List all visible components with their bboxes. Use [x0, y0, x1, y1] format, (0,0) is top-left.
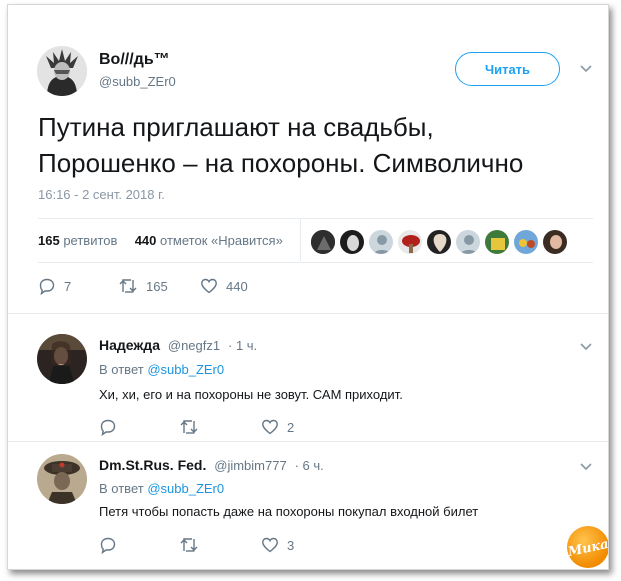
reply-button[interactable] [99, 536, 117, 554]
liker-avatar[interactable] [397, 229, 423, 255]
retweet-icon [119, 279, 137, 293]
like-button[interactable]: 3 [261, 536, 294, 554]
liker-avatar[interactable] [310, 229, 336, 255]
author-handle[interactable]: @subb_ZEr0 [99, 74, 176, 89]
liker-avatar[interactable] [339, 229, 365, 255]
reply-count: 7 [64, 278, 72, 294]
reply-time[interactable]: · 1 ч. [228, 338, 257, 353]
reply-icon [39, 278, 55, 295]
tweet-stats: 165 ретвитов 440 отметок «Нравится» [38, 233, 283, 248]
likes-count[interactable]: 440 [135, 233, 157, 248]
reply-author[interactable]: Надежда @negfz1 · 1 ч. [99, 337, 257, 353]
reply-tweet[interactable]: Dm.St.Rus. Fed. @jimbim777 · 6 ч. В отве… [8, 442, 608, 569]
reply-time[interactable]: · 6 ч. [295, 458, 324, 473]
svg-text:Мика: Мика [567, 537, 609, 560]
divider [38, 262, 593, 263]
retweet-count: 165 [146, 278, 168, 294]
liker-avatar[interactable] [484, 229, 510, 255]
like-count: 3 [287, 537, 295, 553]
tweet-timestamp[interactable]: 16:16 - 2 сент. 2018 г. [38, 187, 165, 202]
reply-author[interactable]: Dm.St.Rus. Fed. @jimbim777 · 6 ч. [99, 457, 324, 473]
reply-tweet[interactable]: Надежда @negfz1 · 1 ч. В ответ @subb_ZEr… [8, 314, 608, 441]
tweet-text: Путина приглашают на свадьбы, Порошенко … [38, 112, 524, 178]
divider [38, 218, 593, 219]
liker-avatar[interactable] [368, 229, 394, 255]
reply-icon [100, 419, 116, 436]
reply-button[interactable] [99, 418, 117, 436]
like-button[interactable]: 2 [261, 418, 294, 436]
in-reply-to: В ответ @subb_ZEr0 [99, 481, 224, 496]
author-name[interactable]: Во///дь™ [99, 51, 170, 69]
in-reply-handle-link[interactable]: @subb_ZEr0 [147, 481, 224, 496]
chevron-down-icon[interactable] [579, 342, 593, 352]
like-count: 440 [226, 278, 248, 294]
reply-author-handle[interactable]: @negfz1 [168, 338, 220, 353]
retweet-icon [180, 538, 198, 552]
in-reply-prefix: В ответ [99, 362, 144, 377]
reply-author-name[interactable]: Надежда [99, 337, 160, 353]
watermark-logo: Мика [567, 526, 609, 568]
chevron-down-icon[interactable] [579, 64, 593, 74]
heart-icon [262, 419, 278, 435]
liker-avatar[interactable] [426, 229, 452, 255]
in-reply-prefix: В ответ [99, 481, 144, 496]
in-reply-to: В ответ @subb_ZEr0 [99, 362, 224, 377]
reply-icon [100, 537, 116, 554]
like-button[interactable]: 440 [200, 277, 248, 295]
author-avatar[interactable] [37, 46, 87, 96]
liker-avatar[interactable] [542, 229, 568, 255]
retweet-button[interactable] [179, 536, 199, 554]
tweet-window: Во///дь™ @subb_ZEr0 Читать Путина пригла… [7, 4, 609, 570]
reply-avatar[interactable] [37, 454, 87, 504]
heart-icon [262, 537, 278, 553]
heart-icon [201, 278, 217, 294]
reply-text: Хи, хи, его и на похороны не зовут. САМ … [99, 387, 403, 402]
retweet-button[interactable]: 165 [118, 277, 168, 295]
likes-label[interactable]: отметок «Нравится» [160, 233, 283, 248]
in-reply-handle-link[interactable]: @subb_ZEr0 [147, 362, 224, 377]
reply-text: Петя чтобы попасть даже на похороны поку… [99, 504, 479, 519]
retweets-count[interactable]: 165 [38, 233, 60, 248]
reply-author-name[interactable]: Dm.St.Rus. Fed. [99, 457, 206, 473]
like-count: 2 [287, 419, 295, 435]
stats-separator [300, 219, 301, 261]
reply-author-handle[interactable]: @jimbim777 [214, 458, 286, 473]
chevron-down-icon[interactable] [579, 462, 593, 472]
liker-avatar[interactable] [513, 229, 539, 255]
reply-button[interactable]: 7 [38, 277, 71, 295]
retweet-button[interactable] [179, 418, 199, 436]
retweets-label[interactable]: ретвитов [63, 233, 117, 248]
retweet-icon [180, 420, 198, 434]
reply-avatar[interactable] [37, 334, 87, 384]
follow-button[interactable]: Читать [455, 52, 560, 86]
liker-avatar[interactable] [455, 229, 481, 255]
